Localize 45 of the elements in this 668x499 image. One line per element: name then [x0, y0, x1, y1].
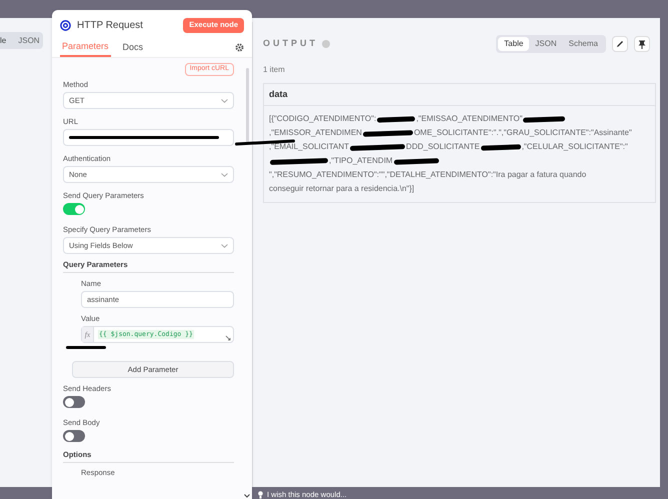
info-icon [322, 40, 330, 48]
pin-icon [638, 40, 646, 48]
cell-text: conseguir retornar para a residencia.\n"}] [269, 183, 414, 195]
column-header: data [268, 88, 289, 101]
chevron-down-icon [221, 98, 228, 102]
toggle-switch[interactable] [63, 430, 85, 442]
cell-text: ,"EMISSAO_ATENDIMENTO" [416, 113, 522, 125]
scroll-down-icon[interactable] [244, 494, 250, 498]
settings-icon[interactable] [235, 43, 244, 52]
cell-text: OME_SOLICITANTE":".","GRAU_SOLICITANTE":"Assinante" [414, 127, 632, 139]
cell-text: DDD_SOLICITANTE [406, 141, 480, 153]
redaction-mark [480, 144, 521, 150]
view-tab[interactable]: JSON [18, 34, 40, 46]
cell-text: ,"CELULAR_SOLICITANTE":" [522, 141, 628, 153]
view-tab[interactable]: JSON [529, 37, 563, 51]
cell-text: ","RESUMO_ATENDIMENTO":"","DETALHE_ATENDIMENTO":"Ira pagar a fatura quando [269, 169, 586, 181]
cell-text: [{"CODIGO_ATENDIMENTO": [269, 113, 376, 125]
redaction-mark [362, 130, 413, 136]
edit-button[interactable] [612, 36, 628, 52]
panel-tab[interactable]: Docs [120, 38, 146, 57]
toggle-switch[interactable] [63, 396, 85, 408]
url-field[interactable] [63, 129, 234, 146]
redaction-mark [350, 144, 406, 150]
chevron-down-icon [221, 244, 228, 248]
chevron-down-icon [221, 172, 228, 176]
item-count: 1 item [263, 64, 286, 76]
view-tab[interactable]: Schema [562, 37, 604, 51]
expand-icon[interactable] [225, 335, 231, 341]
redaction-mark [66, 346, 106, 349]
view-tab[interactable]: le [0, 34, 6, 46]
cell-text: ,"EMAIL_SOLICITANT [269, 141, 350, 153]
lightbulb-icon [258, 490, 263, 499]
redaction-mark [523, 116, 566, 122]
scrollbar[interactable] [246, 68, 249, 143]
view-tab[interactable]: Table [498, 37, 530, 51]
node-title: HTTP Request [77, 18, 143, 32]
output-title: OUTPUT [263, 37, 318, 50]
redaction-mark [394, 158, 439, 164]
pin-button[interactable] [634, 36, 650, 52]
cell-text: ,"EMISSOR_ATENDIMEN [269, 127, 362, 139]
cell-text: ,"TIPO_ATENDIM [329, 155, 393, 167]
redaction-mark [270, 158, 328, 164]
toggle-switch[interactable] [63, 203, 85, 215]
redaction-mark [377, 116, 416, 122]
pencil-icon [616, 40, 624, 48]
